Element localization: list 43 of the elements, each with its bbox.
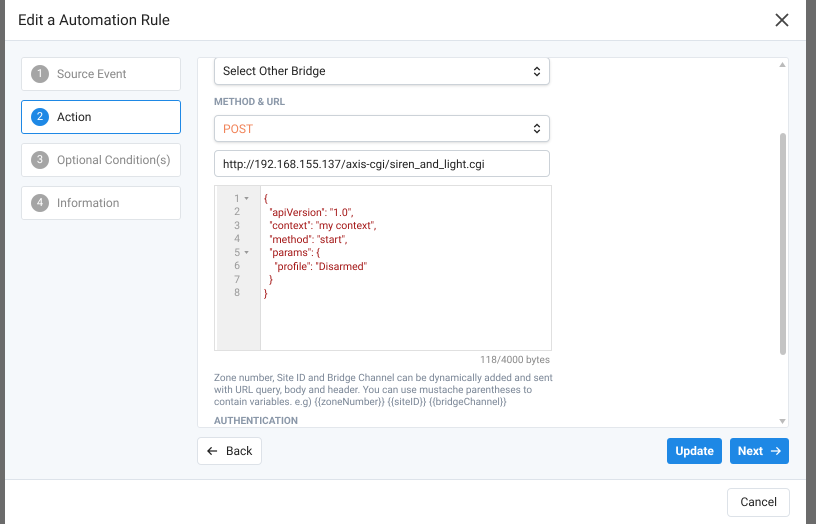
step-number-badge: 4 (31, 194, 49, 212)
code-line: { (264, 192, 269, 206)
byte-count: 118/4000 bytes (479, 354, 550, 368)
arrow-left-icon (207, 446, 218, 456)
dialog-title: Edit a Automation Rule (18, 10, 170, 31)
code-line: "params": { (268, 246, 321, 260)
code-line: "context": "my context", (268, 219, 378, 232)
chevron-icon (533, 66, 541, 76)
step-tab[interactable]: 4 Information (21, 186, 181, 220)
back-button[interactable]: Back (197, 437, 262, 465)
step-number-badge: 3 (31, 151, 49, 169)
step-tab[interactable]: 3 Optional Condition(s) (21, 143, 181, 177)
step-number-badge: 2 (31, 108, 49, 126)
close-icon[interactable] (775, 13, 789, 27)
next-button[interactable]: Next (730, 438, 789, 464)
line-number: 6 (233, 258, 240, 274)
line-number: 4 (233, 231, 240, 248)
code-line: "apiVersion": "1.0", (268, 206, 354, 219)
scroll-down-icon[interactable] (779, 419, 786, 424)
line-number: 5 (233, 244, 240, 261)
code-line: "method": "start", (268, 232, 348, 246)
line-number: 8 (233, 285, 240, 302)
scroll-up-icon[interactable] (779, 62, 786, 67)
line-number: 1 (233, 190, 240, 207)
code-editor[interactable]: 1 2 3 4 5 6 7 8 { "apiVersion": "1.0", "context": "my context", "method": "start", "params": { "profile": "Disarmed" } } (214, 185, 552, 351)
chevron-icon (533, 123, 541, 134)
line-number: 7 (233, 272, 240, 288)
bridge-select[interactable]: Select Other Bridge (214, 58, 550, 85)
code-line: "profile": "Disarmed" (273, 260, 368, 273)
line-number: 3 (233, 218, 240, 234)
section-label: AUTHENTICATION (214, 415, 298, 427)
step-tab[interactable]: 2 Action (21, 100, 181, 134)
line-number: 2 (233, 204, 240, 220)
code-line: } (264, 286, 269, 300)
url-field[interactable]: http://192.168.155.137/axis-cgi/siren_and_light.cgi (214, 150, 550, 177)
step-number-badge: 1 (31, 65, 49, 83)
help-text: Zone number, Site ID and Bridge Channel can be dynamically added and sent with URL query, body and header. You can use mustache parentheses to contain variables. e.g) {{zoneNumber}} {{siteID}} {{bridgeChannel}} (214, 373, 554, 409)
cancel-button[interactable]: Cancel (727, 488, 790, 516)
code-line: } (268, 273, 274, 286)
update-button[interactable]: Update (667, 438, 722, 464)
section-label: METHOD & URL (214, 96, 286, 110)
step-tab[interactable]: 1 Source Event (21, 57, 181, 91)
arrow-right-icon (770, 446, 781, 456)
